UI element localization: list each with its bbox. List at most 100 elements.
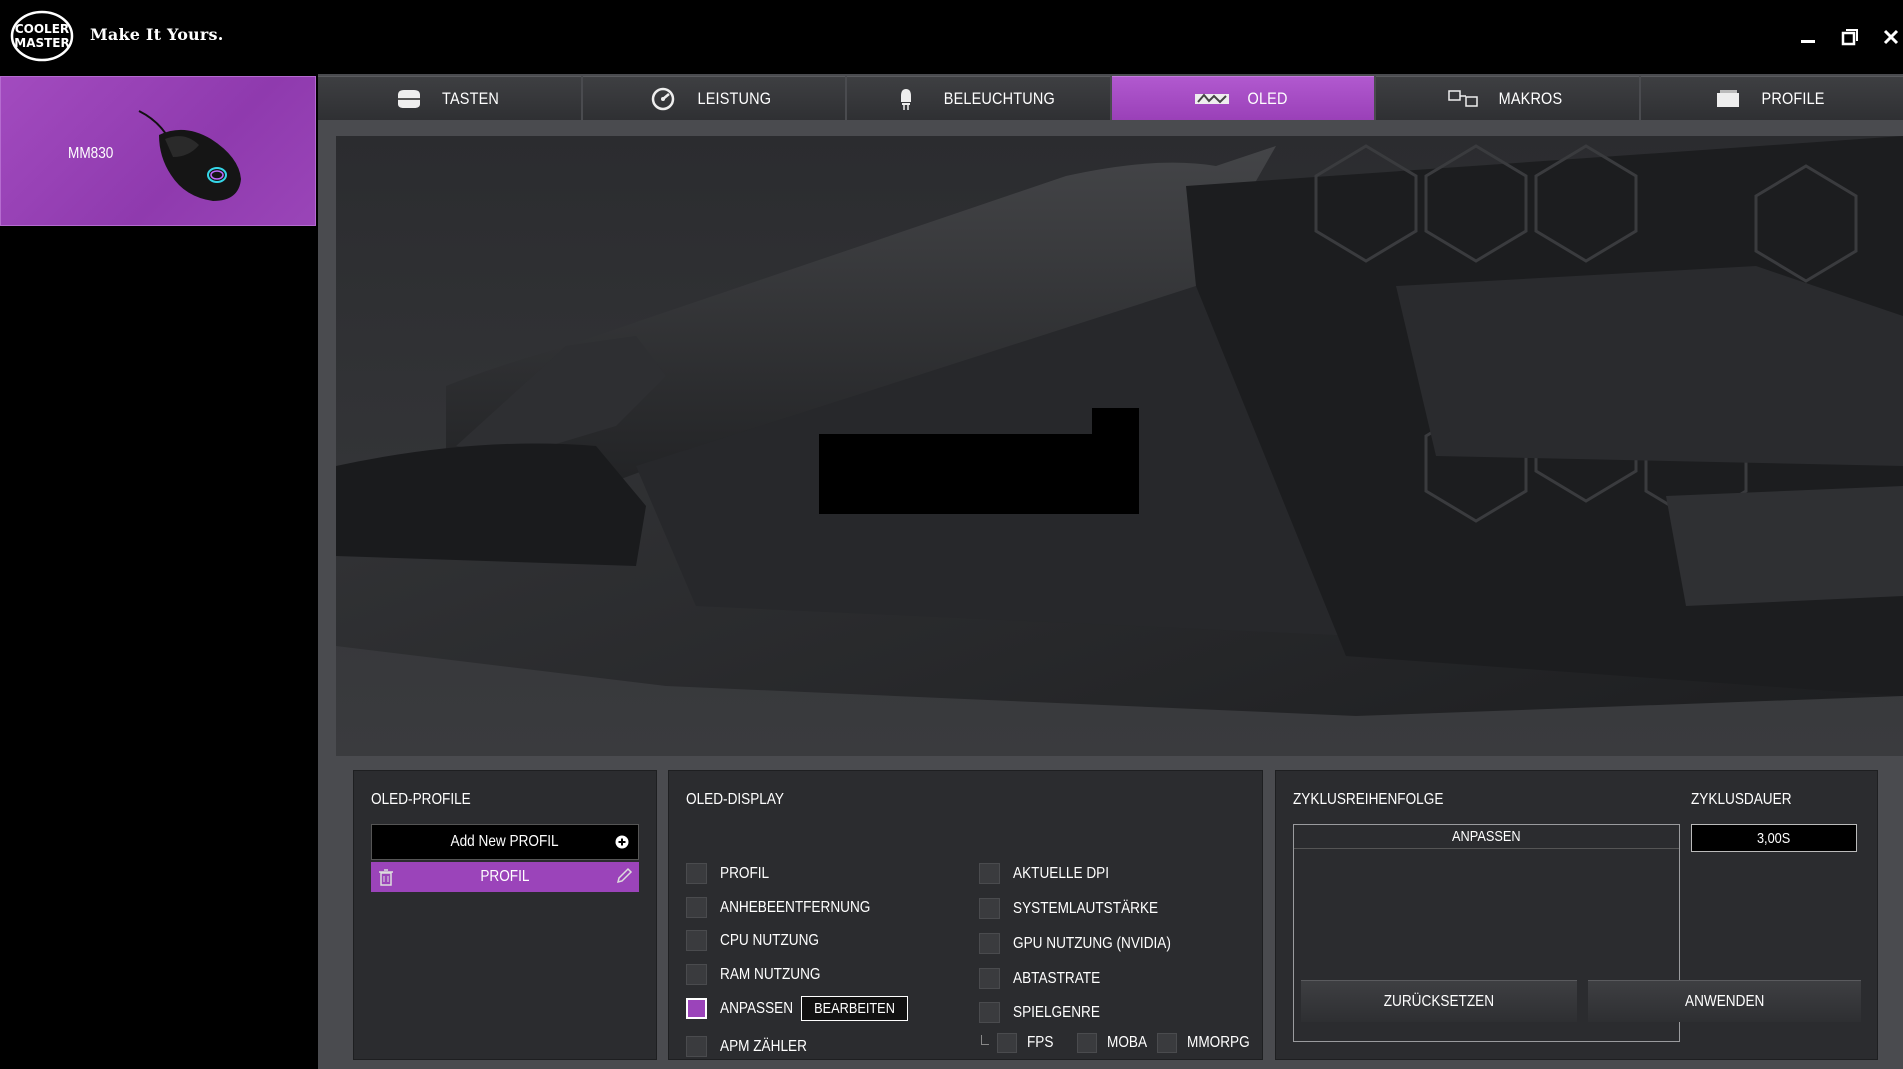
- tab-profile[interactable]: PROFILE: [1640, 76, 1903, 120]
- device-card-mm830[interactable]: MM830: [0, 76, 316, 226]
- option-spielgenre: SPIELGENRE: [979, 1002, 1115, 1023]
- checkbox-spielgenre[interactable]: [979, 1002, 1000, 1023]
- oled-hero-image: [336, 136, 1903, 756]
- checkbox-apm-zaehler[interactable]: [686, 1036, 707, 1057]
- option-label: FPS: [1027, 1034, 1054, 1051]
- checkbox-systemlautstaerke[interactable]: [979, 898, 1000, 919]
- device-name: MM830: [68, 145, 114, 162]
- app-tagline: Make It Yours.: [90, 25, 224, 44]
- minimize-icon: [1801, 40, 1815, 43]
- checkbox-gpu-nutzung[interactable]: [979, 933, 1000, 954]
- option-cpu-nutzung: CPU NUTZUNG: [686, 930, 836, 951]
- mouse-image: [138, 110, 241, 201]
- reset-label: ZURÜCKSETZEN: [1383, 992, 1495, 1010]
- apply-button[interactable]: ANWENDEN: [1588, 980, 1861, 1022]
- option-fps: FPS: [997, 1033, 1058, 1053]
- option-ram-nutzung: RAM NUTZUNG: [686, 964, 838, 985]
- restore-icon: [1841, 29, 1858, 46]
- close-button[interactable]: [1876, 22, 1903, 52]
- tab-beleuchtung[interactable]: BELEUCHTUNG: [847, 76, 1110, 120]
- tab-label: BELEUCHTUNG: [943, 88, 1055, 108]
- checkbox-abtastrate[interactable]: [979, 968, 1000, 989]
- option-mmorpg: MMORPG: [1157, 1033, 1261, 1053]
- option-label: MOBA: [1107, 1034, 1148, 1051]
- option-abtastrate: ABTASTRATE: [979, 968, 1116, 989]
- cycle-duration-input[interactable]: 3,00S: [1691, 824, 1857, 852]
- tab-label: OLED: [1247, 88, 1288, 108]
- option-moba: MOBA: [1077, 1033, 1154, 1053]
- option-label: ANHEBEENTFERNUNG: [720, 898, 871, 916]
- keys-icon: [397, 89, 420, 108]
- option-aktuelle-dpi: AKTUELLE DPI: [979, 863, 1126, 884]
- checkbox-fps[interactable]: [997, 1033, 1017, 1053]
- checkbox-profil[interactable]: [686, 863, 707, 884]
- device-sidebar: MM830: [0, 74, 318, 1069]
- option-systemlautstaerke: SYSTEMLAUTSTÄRKE: [979, 898, 1184, 919]
- checkbox-mmorpg[interactable]: [1157, 1033, 1177, 1053]
- cycle-duration-title: ZYKLUSDAUER: [1691, 791, 1792, 808]
- reset-button[interactable]: ZURÜCKSETZEN: [1301, 980, 1577, 1022]
- plus-circle-icon: [615, 835, 629, 849]
- add-profile-button[interactable]: Add New PROFIL: [371, 824, 639, 860]
- tab-oled[interactable]: OLED: [1111, 76, 1374, 120]
- checkbox-cpu-nutzung[interactable]: [686, 930, 707, 951]
- restore-button[interactable]: [1835, 22, 1865, 52]
- option-profil: PROFIL: [686, 863, 778, 884]
- tab-makros[interactable]: MAKROS: [1376, 76, 1639, 120]
- tab-leistung[interactable]: LEISTUNG: [582, 76, 845, 120]
- checkbox-moba[interactable]: [1077, 1033, 1097, 1053]
- option-label: SYSTEMLAUTSTÄRKE: [1013, 899, 1159, 917]
- option-label: GPU NUTZUNG (NVIDIA): [1013, 934, 1171, 952]
- panel-title: OLED-DISPLAY: [686, 791, 785, 808]
- option-label: RAM NUTZUNG: [720, 965, 821, 983]
- tab-bar: TASTEN LEISTUNG BELEUCHTUNG OLED MAKROS …: [318, 76, 1903, 120]
- oled-display-icon: [1195, 92, 1230, 104]
- pencil-icon[interactable]: [615, 867, 633, 885]
- tab-tasten[interactable]: TASTEN: [318, 76, 581, 120]
- trash-icon[interactable]: [378, 868, 394, 886]
- option-apm-zaehler: APM ZÄHLER: [686, 1036, 822, 1057]
- lighting-bulb-icon: [900, 88, 911, 110]
- cycle-order-title: ZYKLUSREIHENFOLGE: [1293, 791, 1444, 808]
- checkbox-anpassen[interactable]: [686, 998, 707, 1019]
- main-area: TASTEN LEISTUNG BELEUCHTUNG OLED MAKROS …: [318, 74, 1903, 1069]
- apply-label: ANWENDEN: [1684, 992, 1765, 1010]
- close-icon: [1883, 29, 1899, 45]
- option-label: CPU NUTZUNG: [720, 931, 819, 949]
- oled-display-panel: OLED-DISPLAY PROFIL ANHEBEENTFERNUNG CPU…: [668, 770, 1263, 1060]
- checkbox-anhebeentfernung[interactable]: [686, 897, 707, 918]
- option-anhebeentfernung: ANHEBEENTFERNUNG: [686, 897, 897, 918]
- tab-label: TASTEN: [441, 88, 499, 108]
- svg-text:MASTER: MASTER: [14, 36, 70, 50]
- oled-profiles-panel: OLED-PROFILE Add New PROFIL PROFIL: [353, 770, 657, 1060]
- profile-list-item[interactable]: PROFIL: [371, 862, 639, 892]
- tab-label: LEISTUNG: [697, 88, 772, 108]
- cycle-list-item[interactable]: ANPASSEN: [1294, 825, 1679, 849]
- minimize-button[interactable]: [1793, 22, 1823, 52]
- title-bar: COOLER MASTER Make It Yours.: [0, 0, 1903, 74]
- option-label: ABTASTRATE: [1013, 969, 1101, 987]
- performance-gauge-icon: [652, 87, 675, 110]
- add-profile-label: Add New PROFIL: [450, 833, 560, 850]
- edit-button[interactable]: BEARBEITEN: [800, 996, 908, 1021]
- profile-folder-icon: [1716, 89, 1739, 107]
- panel-title: OLED-PROFILE: [371, 791, 471, 808]
- option-label: ANPASSEN: [720, 999, 794, 1017]
- tab-label: MAKROS: [1498, 88, 1563, 108]
- option-label: SPIELGENRE: [1013, 1003, 1100, 1021]
- checkbox-aktuelle-dpi[interactable]: [979, 863, 1000, 884]
- tab-label: PROFILE: [1761, 88, 1825, 108]
- macros-icon: [1448, 89, 1478, 107]
- cycle-list-item-label: ANPASSEN: [1452, 828, 1521, 845]
- svg-text:COOLER: COOLER: [15, 22, 69, 36]
- cycle-duration-value: 3,00S: [1757, 829, 1791, 847]
- option-label: MMORPG: [1187, 1034, 1250, 1051]
- option-label: AKTUELLE DPI: [1013, 864, 1109, 882]
- option-anpassen: ANPASSEN BEARBEITEN: [686, 996, 908, 1021]
- checkbox-ram-nutzung[interactable]: [686, 964, 707, 985]
- profile-name: PROFIL: [480, 868, 530, 885]
- option-label: PROFIL: [720, 864, 770, 882]
- cooler-master-logo: COOLER MASTER: [10, 10, 74, 62]
- tree-branch-connector: [981, 1035, 989, 1045]
- edit-label: BEARBEITEN: [814, 1000, 895, 1017]
